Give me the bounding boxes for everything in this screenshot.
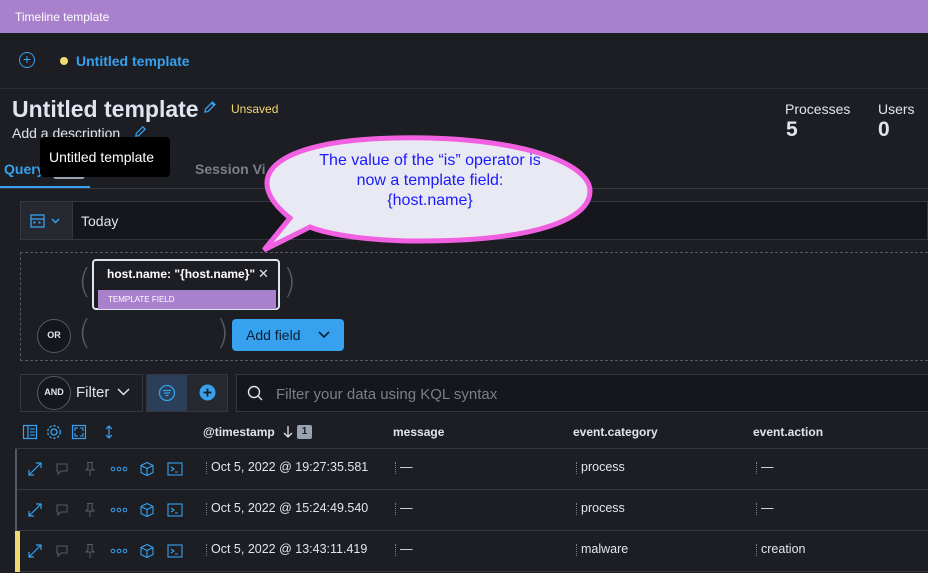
add-note-icon[interactable] xyxy=(55,462,69,476)
edit-title-pencil-icon[interactable] xyxy=(203,100,217,114)
sort-order-badge: 1 xyxy=(297,425,312,439)
callout-text: The value of the “is” operator is now a … xyxy=(274,151,586,211)
add-filter-plus-icon[interactable] xyxy=(199,384,216,401)
filter-dropdown[interactable]: Filter xyxy=(76,384,109,401)
template-field-tag: TEMPLATE FIELD xyxy=(98,290,276,309)
unsaved-badge: Unsaved xyxy=(231,102,279,116)
cell-divider xyxy=(576,503,578,515)
cell-timestamp[interactable]: Oct 5, 2022 @ 19:27:35.581 xyxy=(211,460,368,474)
stat-users-label: Users xyxy=(878,101,915,117)
row-accent-bar xyxy=(15,531,20,572)
add-note-icon[interactable] xyxy=(55,544,69,558)
cell-event-action[interactable]: — xyxy=(761,460,774,474)
analyze-event-cube-icon[interactable] xyxy=(139,502,155,518)
add-note-icon[interactable] xyxy=(55,503,69,517)
pin-icon[interactable] xyxy=(83,502,97,518)
cell-event-category[interactable]: malware xyxy=(581,542,628,556)
session-view-terminal-icon[interactable] xyxy=(167,503,183,517)
cell-divider xyxy=(756,544,758,556)
cell-divider xyxy=(756,503,758,515)
stat-processes-value: 5 xyxy=(786,118,798,141)
cell-divider xyxy=(206,503,208,515)
window-title: Timeline template xyxy=(0,0,928,33)
session-view-terminal-icon[interactable] xyxy=(167,462,183,476)
cell-divider xyxy=(395,503,397,515)
cell-event-action[interactable]: — xyxy=(761,501,774,515)
cell-message[interactable]: — xyxy=(400,501,413,515)
tab-query[interactable]: Query xyxy=(4,161,44,177)
saved-query-button[interactable] xyxy=(147,375,187,411)
cell-event-action[interactable]: creation xyxy=(761,542,805,556)
columns-icon[interactable] xyxy=(22,424,38,440)
cell-divider xyxy=(756,462,758,474)
callout-line-2: now a template field: xyxy=(356,172,504,189)
stat-processes-label: Processes xyxy=(785,101,851,117)
title-tooltip: Untitled template xyxy=(40,137,170,177)
analyze-event-cube-icon[interactable] xyxy=(139,461,155,477)
column-header-timestamp[interactable]: @timestamp xyxy=(203,425,275,439)
sort-down-arrow-icon[interactable] xyxy=(282,425,294,439)
column-header-message[interactable]: message xyxy=(393,425,444,439)
filter-menu-icon xyxy=(158,384,176,402)
column-header-event-action[interactable]: event.action xyxy=(753,425,823,439)
search-icon xyxy=(247,385,263,401)
cell-divider xyxy=(395,462,397,474)
cell-event-category[interactable]: process xyxy=(581,460,625,474)
cell-divider xyxy=(206,544,208,556)
row-accent-bar xyxy=(15,490,17,531)
row-accent-bar xyxy=(15,449,17,490)
expand-event-icon[interactable] xyxy=(27,461,43,477)
chevron-down-icon xyxy=(318,331,330,339)
callout-line-1: The value of the “is” operator is xyxy=(319,152,541,169)
and-operator-badge[interactable]: AND xyxy=(37,376,71,410)
stat-users-value: 0 xyxy=(878,118,890,141)
calendar-icon xyxy=(30,214,60,228)
cell-timestamp[interactable]: Oct 5, 2022 @ 15:24:49.540 xyxy=(211,501,368,515)
gear-icon[interactable] xyxy=(46,424,62,440)
cell-message[interactable]: — xyxy=(400,542,413,556)
row-height-icon[interactable] xyxy=(103,425,115,439)
nav-timeline-title[interactable]: Untitled template xyxy=(76,53,190,69)
analyze-event-cube-icon[interactable] xyxy=(139,543,155,559)
cell-message[interactable]: — xyxy=(400,460,413,474)
unsaved-dot-icon xyxy=(60,57,68,65)
column-header-event-category[interactable]: event.category xyxy=(573,425,658,439)
or-group-open-paren: ( xyxy=(78,313,92,353)
cell-timestamp[interactable]: Oct 5, 2022 @ 13:43:11.419 xyxy=(211,542,367,556)
cell-event-category[interactable]: process xyxy=(581,501,625,515)
quick-select-button[interactable] xyxy=(20,201,73,240)
more-actions-icon[interactable] xyxy=(110,548,128,554)
date-range-value[interactable]: Today xyxy=(81,213,118,229)
more-actions-icon[interactable] xyxy=(110,507,128,513)
page-title: Untitled template xyxy=(12,96,199,122)
or-group-close-paren: ) xyxy=(216,313,230,353)
add-field-button[interactable]: Add field xyxy=(232,319,344,351)
fullscreen-icon[interactable] xyxy=(71,424,87,440)
cell-divider xyxy=(206,462,208,474)
session-view-terminal-icon[interactable] xyxy=(167,544,183,558)
expand-event-icon[interactable] xyxy=(27,502,43,518)
kql-search-placeholder: Filter your data using KQL syntax xyxy=(276,386,498,403)
group-open-paren: ( xyxy=(78,262,92,302)
cell-divider xyxy=(576,544,578,556)
or-operator-badge: OR xyxy=(37,319,71,353)
more-actions-icon[interactable] xyxy=(110,466,128,472)
pin-icon[interactable] xyxy=(83,461,97,477)
cell-divider xyxy=(576,462,578,474)
add-field-label: Add field xyxy=(246,327,301,343)
expand-event-icon[interactable] xyxy=(27,543,43,559)
cell-divider xyxy=(395,544,397,556)
filter-chevron-down-icon[interactable] xyxy=(117,388,130,396)
add-timeline-icon[interactable]: + xyxy=(19,52,35,68)
callout-line-3: {host.name} xyxy=(387,192,473,209)
pin-icon[interactable] xyxy=(83,543,97,559)
